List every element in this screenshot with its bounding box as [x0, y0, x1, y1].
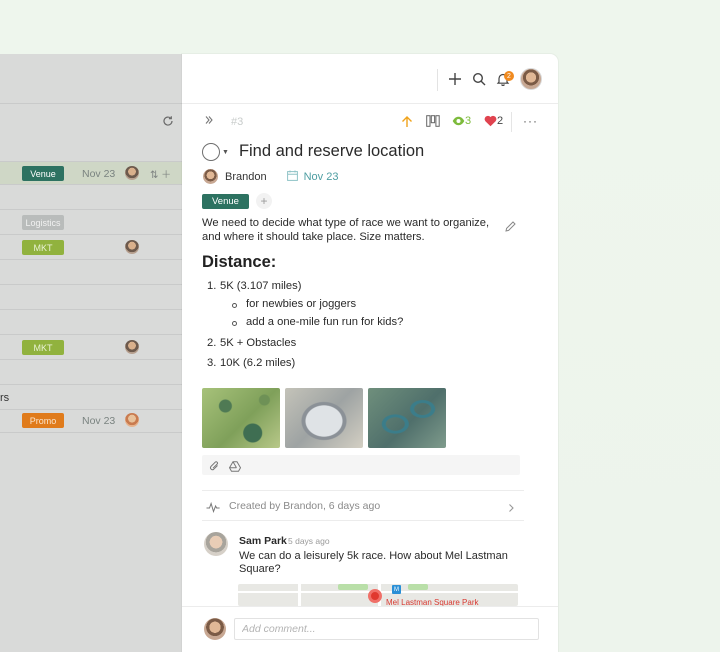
list-subitem: add a one-mile fun run for kids?: [246, 316, 404, 328]
activity-text: Created by Brandon, 6 days ago: [229, 500, 381, 512]
assignee-avatar: [125, 340, 139, 354]
list-row-promo[interactable]: Promo Nov 23: [0, 409, 182, 433]
comment-text: We can do a leisurely 5k race. How about…: [239, 550, 508, 575]
list-header: [0, 54, 182, 104]
likes-count: 2: [497, 115, 504, 127]
map-pin-icon: [368, 589, 382, 603]
tag-mkt: MKT: [22, 240, 64, 255]
list-row: [0, 261, 182, 285]
assignee-avatar: [125, 166, 139, 180]
task-meta-row: Brandon Nov 23: [203, 169, 338, 184]
attachment-image-aerial-river[interactable]: [368, 388, 446, 448]
current-user-avatar: [204, 618, 226, 640]
row-due-date: Nov 23: [82, 415, 116, 427]
caret-down-icon[interactable]: ▼: [222, 149, 229, 156]
user-avatar[interactable]: [520, 68, 542, 90]
paperclip-icon[interactable]: [209, 459, 220, 477]
attachment-image-aerial-park[interactable]: [202, 388, 280, 448]
board-icon[interactable]: [426, 115, 440, 127]
row-due-date: Nov 23: [82, 168, 116, 180]
task-number: #3: [231, 116, 244, 128]
due-date[interactable]: Nov 23: [304, 171, 339, 183]
add-icon[interactable]: [448, 72, 462, 86]
refresh-icon[interactable]: [162, 114, 174, 132]
comment-input[interactable]: [234, 618, 539, 640]
task-title-row: ▼ Find and reserve location: [202, 142, 424, 161]
list-row-section: rs: [0, 386, 182, 410]
divider: [437, 69, 438, 91]
attachment-image-aerial-plaza[interactable]: [285, 388, 363, 448]
list-row: [0, 286, 182, 310]
watch-eye-icon[interactable]: [452, 116, 465, 126]
list-row: [0, 186, 182, 210]
calendar-icon[interactable]: [286, 170, 298, 184]
comment-composer: [182, 606, 558, 652]
assignee-avatar: [125, 240, 139, 254]
watchers-count: 3: [465, 115, 472, 127]
divider: [511, 112, 512, 132]
complete-checkbox[interactable]: [202, 142, 220, 161]
activity-row[interactable]: Created by Brandon, 6 days ago: [202, 490, 524, 521]
add-tag-button[interactable]: +: [255, 193, 272, 209]
task-toolbar: #3 3 2 ···: [182, 104, 558, 140]
google-drive-icon[interactable]: [228, 459, 242, 477]
tag-logistics: Logistics: [22, 215, 64, 230]
task-tags: Venue +: [202, 193, 272, 209]
task-list-panel: Venue Nov 23 ⇅ ＋ Logistics MKT MKT rs Pr…: [0, 54, 182, 652]
attachment-toolbar: [202, 455, 520, 475]
task-title[interactable]: Find and reserve location: [239, 142, 424, 161]
list-item: 5K + Obstacles: [220, 337, 297, 349]
description-heading: Distance:: [202, 253, 277, 271]
list-row: [0, 311, 182, 335]
metro-icon: M: [392, 585, 401, 594]
assignee-avatar: [125, 413, 139, 427]
section-label: rs: [0, 392, 10, 404]
chevron-right-icon[interactable]: [508, 500, 515, 518]
notification-count-badge: 2: [504, 71, 514, 81]
more-options-icon[interactable]: ···: [523, 114, 538, 128]
priority-arrow-icon[interactable]: [401, 115, 413, 128]
tag-venue: Venue: [22, 166, 64, 181]
list-item: 5K (3.107 miles): [220, 280, 302, 292]
list-item-number: 3.: [207, 357, 217, 369]
assignee-name[interactable]: Brandon: [225, 171, 267, 183]
list-row-mkt[interactable]: MKT: [0, 336, 182, 360]
bullet-icon: [232, 303, 237, 308]
top-bar: 2: [182, 54, 558, 104]
activity-pulse-icon: [206, 500, 220, 518]
tag-venue[interactable]: Venue: [202, 193, 249, 209]
list-row-venue[interactable]: Venue Nov 23 ⇅ ＋: [0, 161, 182, 185]
map-park-area: [408, 584, 428, 590]
list-row: [0, 361, 182, 385]
bullet-icon: [232, 321, 237, 326]
comment-author: Sam Park: [239, 535, 287, 547]
task-detail-panel: 2 #3 3 2 ··· ▼ Find and reserve location…: [182, 54, 558, 652]
map-park-area: [338, 584, 368, 590]
list-subitem: for newbies or joggers: [246, 298, 357, 310]
list-item: 10K (6.2 miles): [220, 357, 296, 369]
assignee-avatar[interactable]: [203, 169, 218, 184]
map-preview[interactable]: M Mel Lastman Square Park: [238, 584, 518, 606]
list-row-logistics[interactable]: Logistics: [0, 211, 182, 235]
edit-pencil-icon[interactable]: [504, 220, 517, 238]
search-icon[interactable]: [472, 72, 486, 86]
list-item-number: 1.: [207, 280, 217, 292]
tag-promo: Promo: [22, 413, 64, 428]
commenter-avatar: [204, 532, 228, 556]
tag-mkt: MKT: [22, 340, 64, 355]
task-description[interactable]: We need to decide what type of race we w…: [202, 217, 498, 244]
heart-icon[interactable]: [484, 115, 497, 127]
map-location-label: Mel Lastman Square Park: [386, 598, 479, 606]
row-tools-icon[interactable]: ⇅ ＋: [150, 166, 171, 181]
comment-timestamp: 5 days ago: [288, 536, 330, 546]
list-row-mkt[interactable]: MKT: [0, 236, 182, 260]
list-item-number: 2.: [207, 337, 217, 349]
collapse-chevron-icon[interactable]: [204, 115, 214, 125]
